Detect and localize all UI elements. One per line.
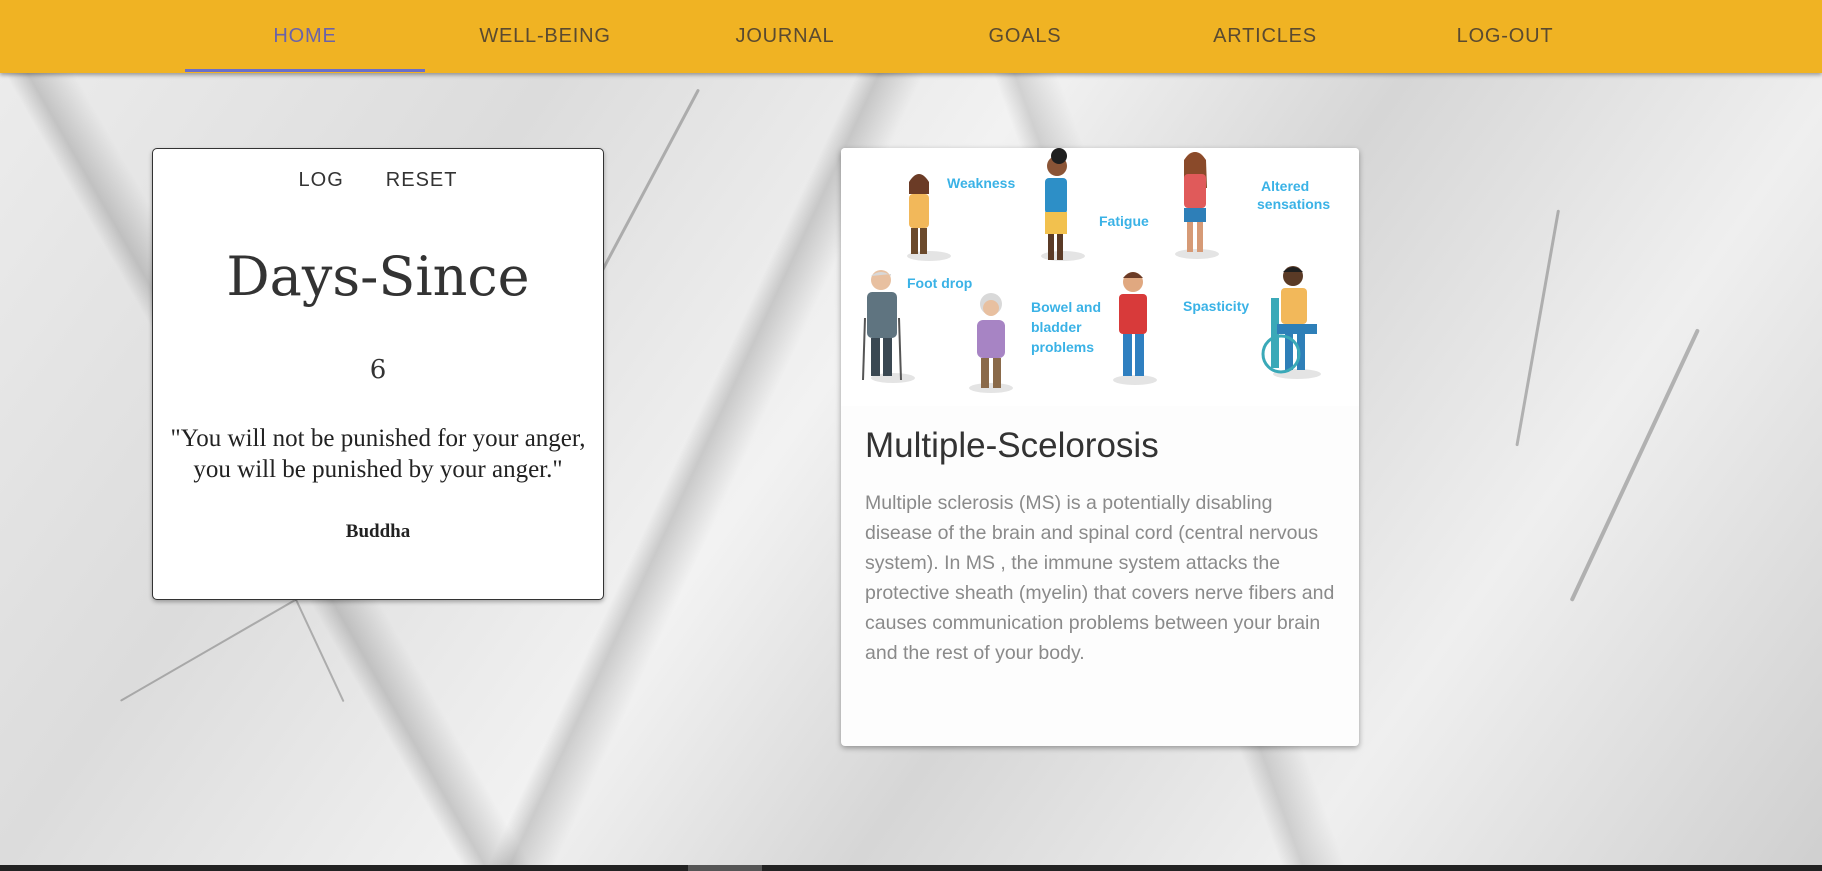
card-actions: LOG RESET (153, 165, 603, 196)
marble-vein (1569, 328, 1700, 602)
scrollbar-thumb[interactable] (688, 865, 762, 871)
tab-home[interactable]: HOME (185, 0, 425, 73)
bottom-scrollbar[interactable] (0, 865, 1822, 871)
person-figure (969, 293, 1013, 393)
tab-articles[interactable]: ARTICLES (1145, 0, 1385, 73)
tab-journal[interactable]: JOURNAL (665, 0, 905, 73)
svg-text:problems: problems (1031, 339, 1094, 355)
person-figure (1261, 266, 1321, 379)
days-since-title: Days-Since (226, 245, 530, 308)
svg-text:Weakness: Weakness (947, 175, 1015, 191)
person-figure (907, 174, 951, 261)
svg-text:Foot drop: Foot drop (907, 275, 972, 291)
marble-vein (1515, 209, 1560, 447)
active-tab-indicator (185, 69, 425, 72)
article-title: Multiple-Scelorosis (865, 426, 1159, 465)
svg-text:Altered: Altered (1261, 178, 1309, 194)
days-since-card: LOG RESET Days-Since 6 "You will not be … (152, 148, 604, 600)
svg-text:Bowel and: Bowel and (1031, 299, 1101, 315)
article-body: Multiple sclerosis (MS) is a potentially… (865, 492, 1335, 664)
marble-vein (120, 590, 312, 702)
days-count: 6 (369, 355, 387, 385)
reset-button[interactable]: RESET (380, 165, 464, 196)
top-navbar: HOME WELL-BEING JOURNAL GOALS ARTICLES L… (0, 0, 1822, 73)
quote-author: Buddha (345, 521, 411, 542)
tab-well-being[interactable]: WELL-BEING (425, 0, 665, 73)
log-button[interactable]: LOG (293, 165, 350, 196)
svg-text:bladder: bladder (1031, 319, 1082, 335)
tab-goals[interactable]: GOALS (905, 0, 1145, 73)
ms-symptoms-illustration: Weakness Fatigue Altered sensations Foot… (841, 148, 1359, 406)
svg-text:Fatigue: Fatigue (1099, 213, 1149, 229)
article-card[interactable]: Weakness Fatigue Altered sensations Foot… (841, 148, 1359, 746)
quote-text: "You will not be punished for your anger… (170, 425, 586, 483)
svg-text:Spasticity: Spasticity (1183, 298, 1249, 314)
person-figure (1113, 272, 1157, 385)
tab-log-out[interactable]: LOG-OUT (1385, 0, 1625, 73)
person-figure (1041, 148, 1085, 261)
svg-text:sensations: sensations (1257, 196, 1330, 212)
person-figure (1175, 152, 1219, 259)
